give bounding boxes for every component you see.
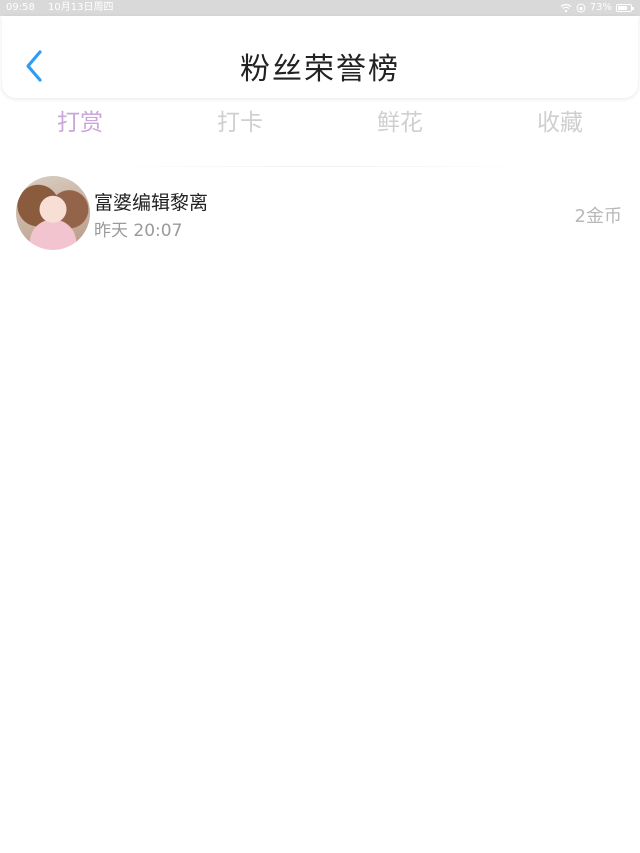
status-left: 09:58 10月13日周四 (6, 0, 123, 16)
battery-icon (616, 4, 634, 12)
tab-flowers[interactable]: 鲜花 (320, 100, 480, 146)
wifi-icon (560, 3, 572, 13)
user-name: 富婆编辑黎离 (94, 192, 209, 214)
status-right: 73% (560, 0, 634, 16)
timestamp: 昨天 20:07 (94, 221, 183, 241)
tab-tip[interactable]: 打赏 (0, 100, 160, 146)
status-date: 10月13日周四 (48, 2, 114, 13)
battery-percent: 73% (589, 2, 612, 13)
tab-bar: 打赏 打卡 鲜花 收藏 (0, 100, 640, 146)
battery-level (618, 6, 627, 10)
reward-amount: 2金币 (574, 206, 622, 227)
status-bar: 09:58 10月13日周四 73% (0, 0, 640, 16)
orientation-lock-icon (576, 3, 586, 13)
tab-checkin[interactable]: 打卡 (160, 100, 320, 146)
divider (100, 166, 540, 167)
page-title: 粉丝荣誉榜 (240, 52, 400, 87)
list-item[interactable]: 富婆编辑黎离 昨天 20:07 2金币 (0, 170, 640, 256)
avatar (16, 176, 90, 250)
status-time: 09:58 (6, 2, 35, 13)
header: 粉丝荣誉榜 (2, 16, 638, 98)
tab-favorites[interactable]: 收藏 (480, 100, 640, 146)
